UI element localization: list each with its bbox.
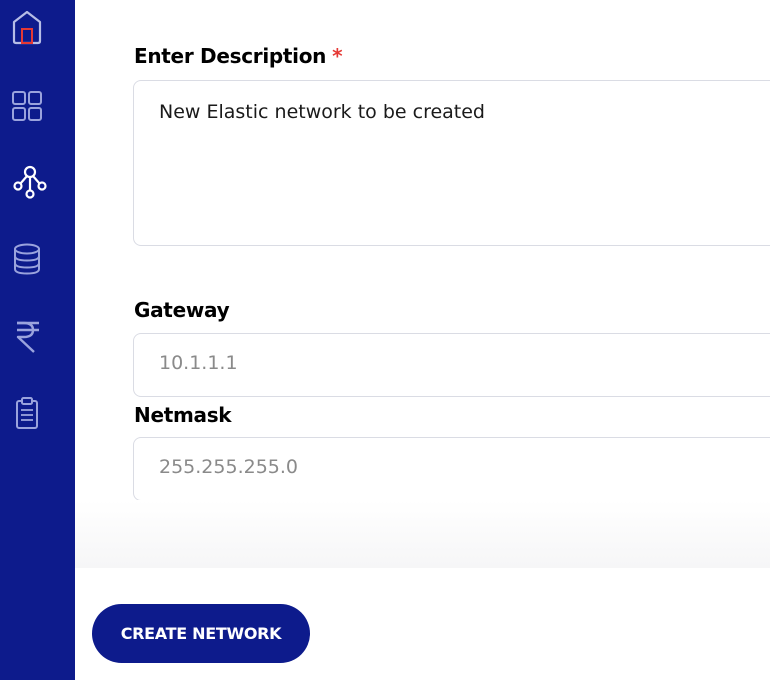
nav-dashboard[interactable] bbox=[0, 88, 75, 138]
create-network-button[interactable]: CREATE NETWORK bbox=[92, 604, 310, 663]
sidebar bbox=[0, 0, 75, 680]
nav-network[interactable] bbox=[0, 165, 75, 215]
gateway-label: Gateway bbox=[134, 298, 230, 322]
required-marker: * bbox=[332, 44, 343, 68]
nav-billing[interactable] bbox=[0, 318, 75, 368]
description-textarea[interactable]: New Elastic network to be created bbox=[133, 80, 770, 246]
netmask-placeholder: 255.255.255.0 bbox=[159, 456, 299, 478]
rupee-icon bbox=[16, 321, 39, 353]
gateway-input[interactable]: 10.1.1.1 bbox=[133, 333, 770, 397]
netmask-label: Netmask bbox=[134, 403, 232, 427]
gateway-placeholder: 10.1.1.1 bbox=[159, 352, 238, 374]
netmask-input[interactable]: 255.255.255.0 bbox=[133, 437, 770, 501]
network-icon bbox=[13, 165, 47, 199]
nav-storage[interactable] bbox=[0, 242, 75, 292]
action-bar: CREATE NETWORK bbox=[75, 568, 770, 680]
description-label: Enter Description * bbox=[134, 44, 343, 68]
home-icon bbox=[12, 10, 42, 45]
clipboard-icon bbox=[16, 397, 38, 429]
dashboard-grid-icon bbox=[12, 91, 42, 121]
database-icon bbox=[14, 243, 40, 275]
nav-home[interactable] bbox=[0, 8, 75, 58]
network-form: Enter Description * New Elastic network t… bbox=[75, 0, 770, 568]
description-value: New Elastic network to be created bbox=[159, 101, 485, 123]
form-bottom-shade bbox=[75, 500, 770, 568]
main-content: Enter Description * New Elastic network t… bbox=[75, 0, 770, 680]
nav-reports[interactable] bbox=[0, 396, 75, 446]
